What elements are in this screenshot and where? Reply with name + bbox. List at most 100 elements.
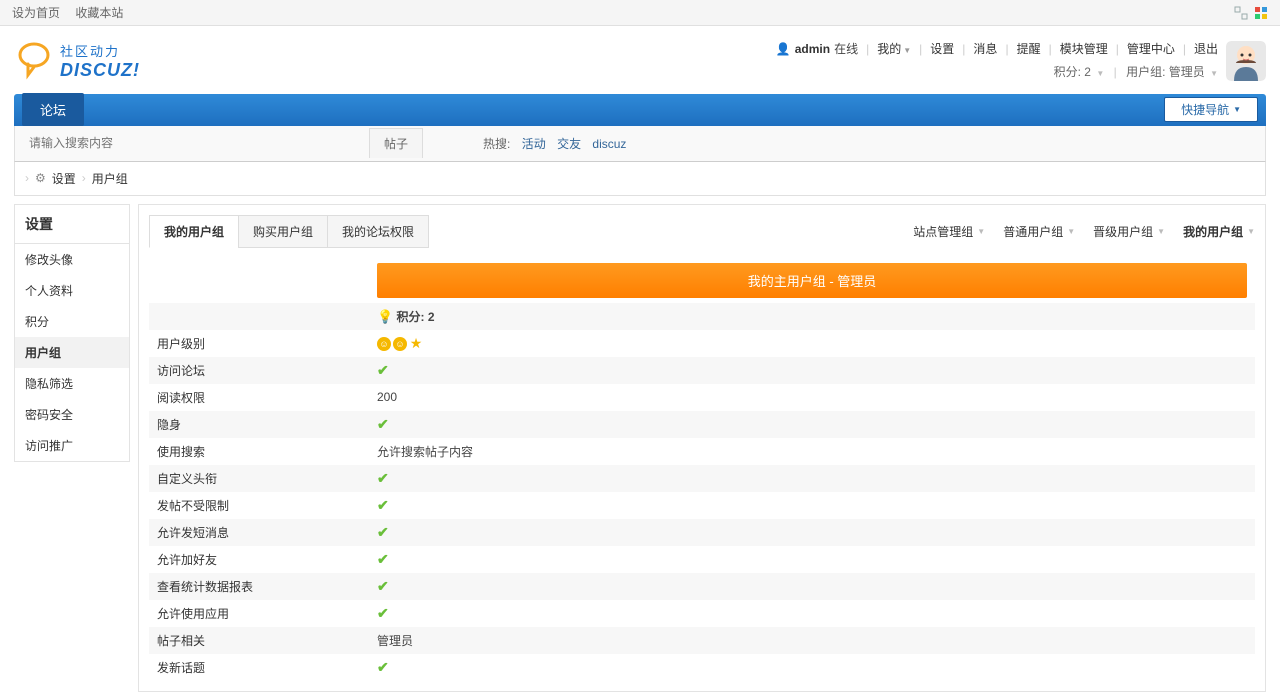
row-label: 帖子相关	[149, 627, 369, 654]
search-input[interactable]	[29, 136, 369, 150]
row-label: 允许发短消息	[149, 519, 369, 546]
set-home-link[interactable]: 设为首页	[12, 6, 60, 20]
usergroup-display: 用户组: 管理员	[1126, 65, 1205, 79]
crumb-settings[interactable]: 设置	[52, 170, 76, 187]
admin-cp-link[interactable]: 管理中心	[1127, 38, 1175, 61]
sidebar-item-0[interactable]: 修改头像	[15, 244, 129, 275]
sidebar: 设置 修改头像个人资料积分用户组隐私筛选密码安全访问推广	[14, 204, 130, 462]
row-value: 管理员	[369, 627, 1255, 654]
row-label: 隐身	[149, 411, 369, 438]
hot-link-2[interactable]: 交友	[557, 137, 581, 151]
row-value: ✔	[369, 654, 1255, 681]
check-icon: ✔	[377, 497, 389, 513]
check-icon: ✔	[377, 524, 389, 540]
sidebar-item-1[interactable]: 个人资料	[15, 275, 129, 306]
tabs-left: 我的用户组购买用户组我的论坛权限	[149, 215, 428, 248]
chevron-down-icon: ▼	[1067, 227, 1075, 236]
check-icon: ✔	[377, 416, 389, 432]
row-value: 200	[369, 384, 1255, 411]
lamp-icon: 💡	[377, 309, 393, 324]
filter-0[interactable]: 站点管理组▼	[913, 223, 985, 240]
sidebar-item-2[interactable]: 积分	[15, 306, 129, 337]
messages-link[interactable]: 消息	[973, 38, 997, 61]
userbar: 👤 admin 在线 | 我的▼ | 设置 | 消息 | 提醒 | 模块管理 |…	[776, 38, 1218, 84]
table-row: 允许使用应用✔	[149, 600, 1255, 627]
table-row: 隐身 ✔	[149, 411, 1255, 438]
row-value: ✔	[369, 465, 1255, 492]
logo-icon	[14, 41, 54, 81]
avatar[interactable]	[1226, 41, 1266, 81]
sidebar-item-6[interactable]: 访问推广	[15, 430, 129, 461]
hot-link-3[interactable]: discuz	[592, 137, 626, 151]
online-status: 在线	[834, 38, 858, 61]
row-value: ☺☺★	[369, 330, 1255, 357]
table-row: 允许加好友 ✔	[149, 546, 1255, 573]
check-icon: ✔	[377, 362, 389, 378]
logout-link[interactable]: 退出	[1194, 38, 1218, 61]
check-icon: ✔	[377, 551, 389, 567]
nav-forum[interactable]: 论坛	[22, 93, 84, 126]
crumb-usergroup[interactable]: 用户组	[92, 170, 128, 187]
search-row: 帖子 热搜: 活动 交友 discuz	[14, 126, 1266, 162]
row-value: ✔	[369, 357, 1255, 384]
username-link[interactable]: admin	[795, 38, 830, 61]
table-row: 阅读权限200	[149, 384, 1255, 411]
table-row: 访问论坛 ✔	[149, 357, 1255, 384]
sidebar-item-3[interactable]: 用户组	[15, 337, 129, 368]
row-label: 允许加好友	[149, 546, 369, 573]
row-value: ✔	[369, 519, 1255, 546]
row-label: 查看统计数据报表	[149, 573, 369, 600]
filter-2[interactable]: 晋级用户组▼	[1093, 223, 1165, 240]
reminders-link[interactable]: 提醒	[1017, 38, 1041, 61]
logo-title: DISCUZ!	[60, 60, 140, 81]
row-value: ✔	[369, 492, 1255, 519]
module-manage-link[interactable]: 模块管理	[1060, 38, 1108, 61]
navbar: 论坛 快捷导航▼	[14, 94, 1266, 126]
row-value: ✔	[369, 546, 1255, 573]
row-label: 访问论坛	[149, 357, 369, 384]
search-type-tab[interactable]: 帖子	[369, 128, 423, 158]
row-value: ✔	[369, 411, 1255, 438]
table-row: 用户级别☺☺★	[149, 330, 1255, 357]
tab-0[interactable]: 我的用户组	[149, 215, 239, 248]
expand-icon[interactable]	[1234, 6, 1248, 20]
user-icon: 👤	[776, 38, 791, 61]
table-row: 发新话题 ✔	[149, 654, 1255, 681]
logo-subtitle: 社区动力	[60, 41, 140, 60]
row-label: 使用搜索	[149, 438, 369, 465]
top-strip: 设为首页 收藏本站	[0, 0, 1280, 26]
palette-icon[interactable]	[1254, 6, 1268, 20]
check-icon: ✔	[377, 659, 389, 675]
tab-2[interactable]: 我的论坛权限	[327, 215, 429, 248]
row-label: 发新话题	[149, 654, 369, 681]
row-label: 用户级别	[149, 330, 369, 357]
row-label: 阅读权限	[149, 384, 369, 411]
check-icon: ✔	[377, 470, 389, 486]
breadcrumb: › ⚙ 设置 › 用户组	[14, 162, 1266, 196]
tabs-right: 站点管理组▼ 普通用户组▼ 晋级用户组▼ 我的用户组▼	[913, 223, 1255, 240]
settings-link[interactable]: 设置	[930, 38, 954, 61]
favorite-link[interactable]: 收藏本站	[75, 6, 123, 20]
row-value: 允许搜索帖子内容	[369, 438, 1255, 465]
hot-link-1[interactable]: 活动	[522, 137, 546, 151]
row-value: ✔	[369, 600, 1255, 627]
filter-3[interactable]: 我的用户组▼	[1183, 223, 1255, 240]
gear-icon: ⚙	[35, 171, 46, 185]
chevron-down-icon: ▼	[977, 227, 985, 236]
mine-menu[interactable]: 我的▼	[877, 38, 911, 61]
logo[interactable]: 社区动力 DISCUZ!	[14, 41, 140, 81]
filter-1[interactable]: 普通用户组▼	[1003, 223, 1075, 240]
row-label: 发帖不受限制	[149, 492, 369, 519]
table-row: 帖子相关管理员	[149, 627, 1255, 654]
check-icon: ✔	[377, 605, 389, 621]
chevron-down-icon: ▼	[1247, 227, 1255, 236]
quick-nav-button[interactable]: 快捷导航▼	[1164, 97, 1258, 122]
points-total: 积分: 2	[397, 310, 435, 324]
sidebar-item-4[interactable]: 隐私筛选	[15, 368, 129, 399]
check-icon: ✔	[377, 578, 389, 594]
sidebar-item-5[interactable]: 密码安全	[15, 399, 129, 430]
group-banner: 我的主用户组 - 管理员	[377, 263, 1247, 298]
tab-1[interactable]: 购买用户组	[238, 215, 328, 248]
table-row: 使用搜索允许搜索帖子内容	[149, 438, 1255, 465]
sidebar-title: 设置	[15, 205, 129, 244]
